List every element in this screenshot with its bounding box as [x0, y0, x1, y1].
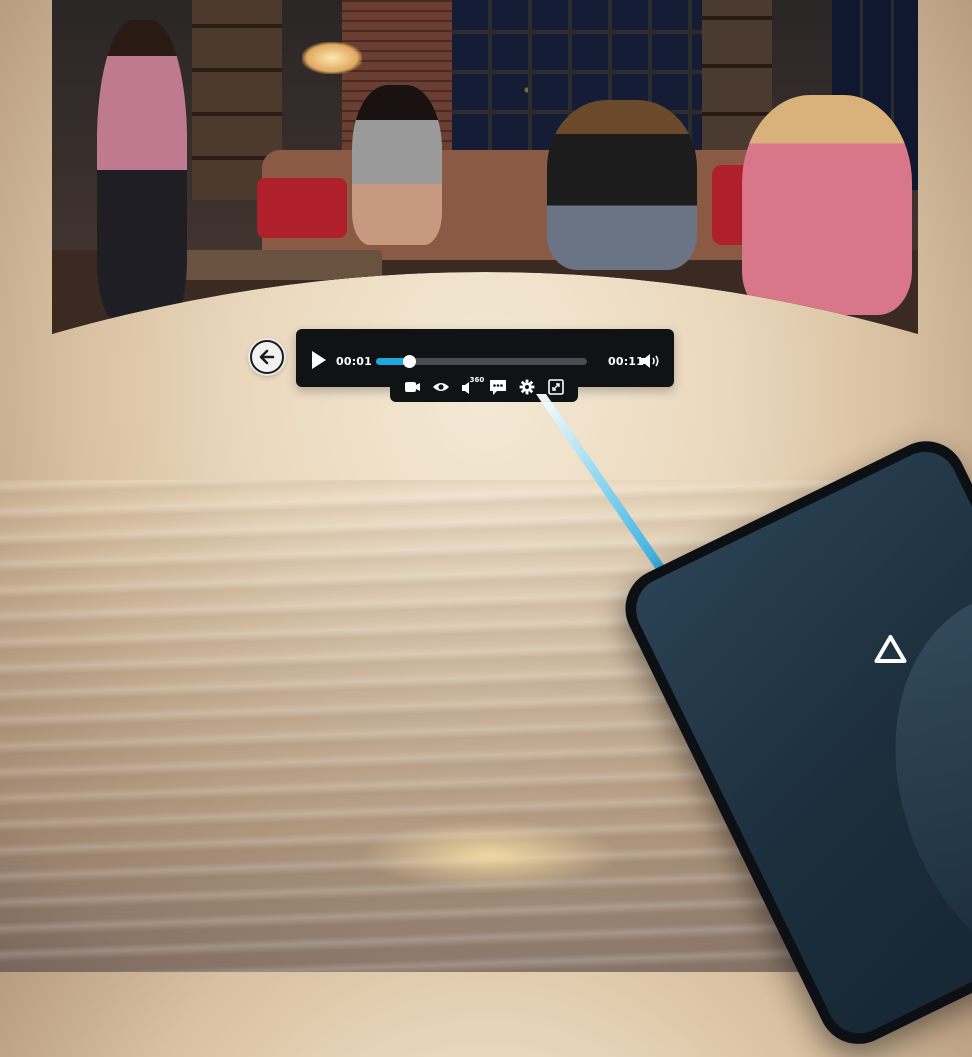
vive-logo-icon [874, 634, 907, 663]
phone-wallpaper-wave [830, 532, 972, 1045]
